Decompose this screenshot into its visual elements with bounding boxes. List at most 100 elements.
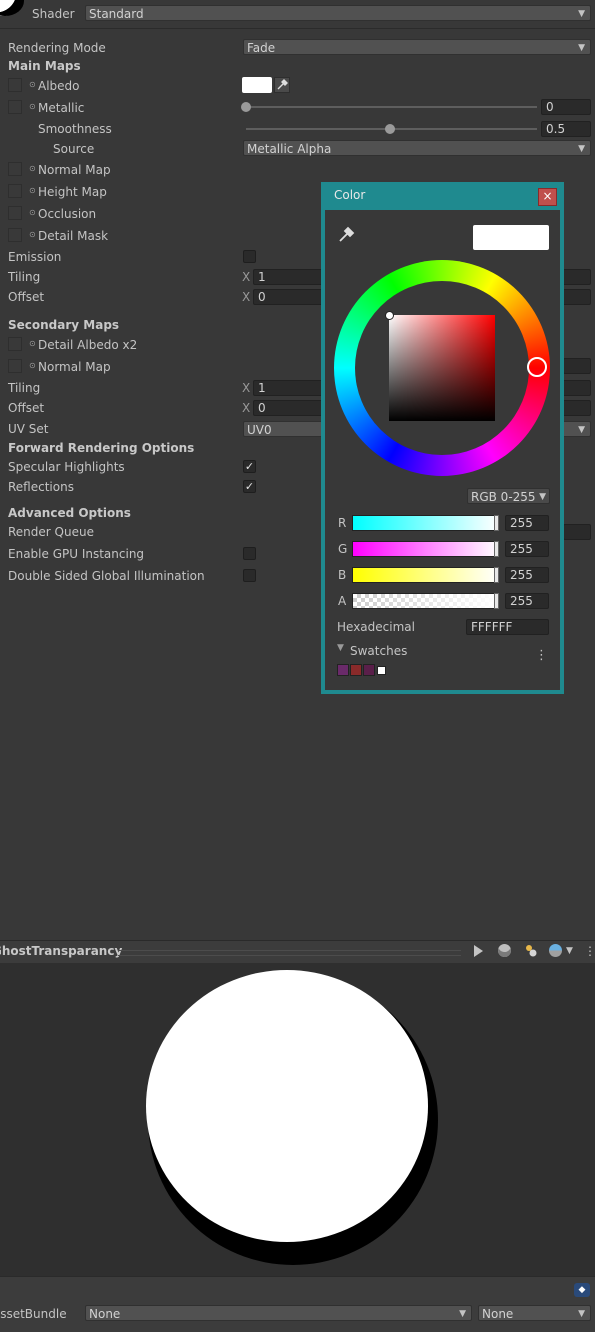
chevron-down-icon: ▼ (578, 43, 585, 53)
swatch-purple[interactable] (337, 664, 349, 676)
hexadecimal-field[interactable]: FFFFFF (466, 619, 549, 635)
asset-bundle-value: None (89, 1307, 121, 1321)
color-mode-value: RGB 0-255 (471, 490, 536, 504)
metallic-slider-thumb[interactable] (241, 102, 251, 112)
secondary-normal-map-texture-slot[interactable] (8, 359, 22, 373)
eyedropper-icon[interactable] (274, 77, 290, 93)
metallic-value-field[interactable]: 0 (541, 99, 591, 115)
asset-bundle-variant-dropdown[interactable]: None ▼ (478, 1305, 591, 1321)
gpu-instancing-checkbox[interactable] (243, 547, 256, 560)
object-picker-icon[interactable]: ⊙ (29, 361, 36, 370)
secondary-normal-scale-field[interactable] (563, 358, 591, 374)
preview-shape-icon[interactable] (549, 944, 562, 957)
channel-a-slider[interactable] (352, 593, 499, 609)
asset-bundle-variant-value: None (482, 1307, 514, 1321)
double-sided-gi-label: Double Sided Global Illumination (8, 569, 205, 583)
source-label: Source (53, 142, 95, 156)
play-icon[interactable] (474, 945, 483, 957)
chevron-down-icon: ▼ (578, 1309, 585, 1319)
rendering-mode-dropdown[interactable]: Fade ▼ (243, 39, 591, 55)
channel-g-handle[interactable] (494, 541, 499, 557)
main-maps-heading: Main Maps (8, 59, 81, 73)
albedo-color-swatch[interactable] (242, 77, 272, 93)
object-picker-icon[interactable]: ⊙ (29, 80, 36, 89)
double-sided-gi-checkbox[interactable] (243, 569, 256, 582)
saturation-value-square[interactable] (389, 315, 495, 421)
color-window-body: RGB 0-255 ▼ R 255 G 255 B 255 A 255 Hexad… (325, 210, 560, 690)
swatches-menu-icon[interactable]: ⋮ (535, 648, 548, 663)
close-button[interactable]: × (538, 188, 557, 206)
occlusion-texture-slot[interactable] (8, 206, 22, 220)
more-options-icon[interactable]: ⋮ (584, 944, 595, 958)
secondary-offset-x-label: X (242, 401, 251, 415)
chevron-down-icon[interactable]: ▼ (566, 946, 573, 956)
object-picker-icon[interactable]: ⊙ (29, 339, 36, 348)
object-picker-icon[interactable]: ⊙ (29, 208, 36, 217)
render-queue-label: Render Queue (8, 525, 94, 539)
shader-value: Standard (89, 7, 144, 21)
albedo-label: Albedo (38, 79, 80, 93)
chevron-down-icon: ▼ (459, 1309, 466, 1319)
tiling-x-label: X (242, 270, 251, 284)
albedo-texture-slot[interactable] (8, 78, 22, 92)
channel-r-slider[interactable] (352, 515, 499, 531)
height-map-label: Height Map (38, 185, 107, 199)
metallic-texture-slot[interactable] (8, 100, 22, 114)
channel-b-slider[interactable] (352, 567, 499, 583)
metallic-slider-track[interactable] (246, 106, 537, 108)
tag-icon[interactable]: ◆ (574, 1283, 590, 1297)
hue-handle[interactable] (527, 357, 547, 377)
divider (0, 28, 595, 29)
reflections-checkbox[interactable]: ✓ (243, 480, 256, 493)
channel-g-slider[interactable] (352, 541, 499, 557)
detail-albedo-texture-slot[interactable] (8, 337, 22, 351)
swatches-label: Swatches (350, 644, 408, 658)
channel-r-field[interactable]: 255 (505, 515, 549, 531)
color-mode-dropdown[interactable]: RGB 0-255 ▼ (467, 488, 550, 504)
secondary-offset-label: Offset (8, 401, 45, 415)
emission-checkbox[interactable] (243, 250, 256, 263)
shader-dropdown[interactable]: Standard ▼ (85, 5, 591, 21)
swatch-red[interactable] (350, 664, 362, 676)
swatch-plum[interactable] (363, 664, 375, 676)
lighting-icon[interactable] (524, 944, 538, 958)
eyedropper-icon[interactable] (337, 226, 355, 247)
detail-mask-texture-slot[interactable] (8, 228, 22, 242)
object-picker-icon[interactable]: ⊙ (29, 164, 36, 173)
secondary-normal-map-label: Normal Map (38, 360, 111, 374)
hexadecimal-label: Hexadecimal (337, 620, 415, 634)
channel-b-field[interactable]: 255 (505, 567, 549, 583)
object-picker-icon[interactable]: ⊙ (29, 186, 36, 195)
secondary-tiling-label: Tiling (8, 381, 41, 395)
mesh-sphere-icon[interactable] (498, 944, 511, 957)
render-queue-field[interactable] (563, 524, 591, 540)
normal-map-texture-slot[interactable] (8, 162, 22, 176)
saturation-value-handle[interactable] (385, 311, 394, 320)
uv-set-label: UV Set (8, 422, 49, 436)
shader-label: Shader (32, 7, 75, 21)
tiling-label: Tiling (8, 270, 41, 284)
preview-sphere (146, 970, 428, 1242)
specular-highlights-checkbox[interactable]: ✓ (243, 460, 256, 473)
object-picker-icon[interactable]: ⊙ (29, 102, 36, 111)
channel-a-field[interactable]: 255 (505, 593, 549, 609)
source-dropdown[interactable]: Metallic Alpha ▼ (243, 140, 591, 156)
object-picker-icon[interactable]: ⊙ (29, 230, 36, 239)
add-swatch-button[interactable] (377, 666, 386, 675)
chevron-down-icon: ▼ (578, 9, 585, 19)
channel-g-field[interactable]: 255 (505, 541, 549, 557)
swatches-foldout-icon[interactable]: ▼ (337, 643, 344, 653)
channel-a-handle[interactable] (494, 593, 499, 609)
height-map-texture-slot[interactable] (8, 184, 22, 198)
asset-bundle-label: AssetBundle (0, 1307, 67, 1321)
channel-b-handle[interactable] (494, 567, 499, 583)
smoothness-slider-thumb[interactable] (385, 124, 395, 134)
smoothness-value-field[interactable]: 0.5 (541, 121, 591, 137)
channel-r-handle[interactable] (494, 515, 499, 531)
rendering-mode-value: Fade (247, 41, 276, 55)
channel-a-label: A (338, 594, 347, 608)
metallic-label: Metallic (38, 101, 85, 115)
asset-bundle-dropdown[interactable]: None ▼ (85, 1305, 472, 1321)
color-picker-window[interactable]: Color × RGB 0-255 ▼ R 255 G 255 B 255 A 2… (321, 182, 564, 694)
drag-handle[interactable] (118, 950, 461, 956)
